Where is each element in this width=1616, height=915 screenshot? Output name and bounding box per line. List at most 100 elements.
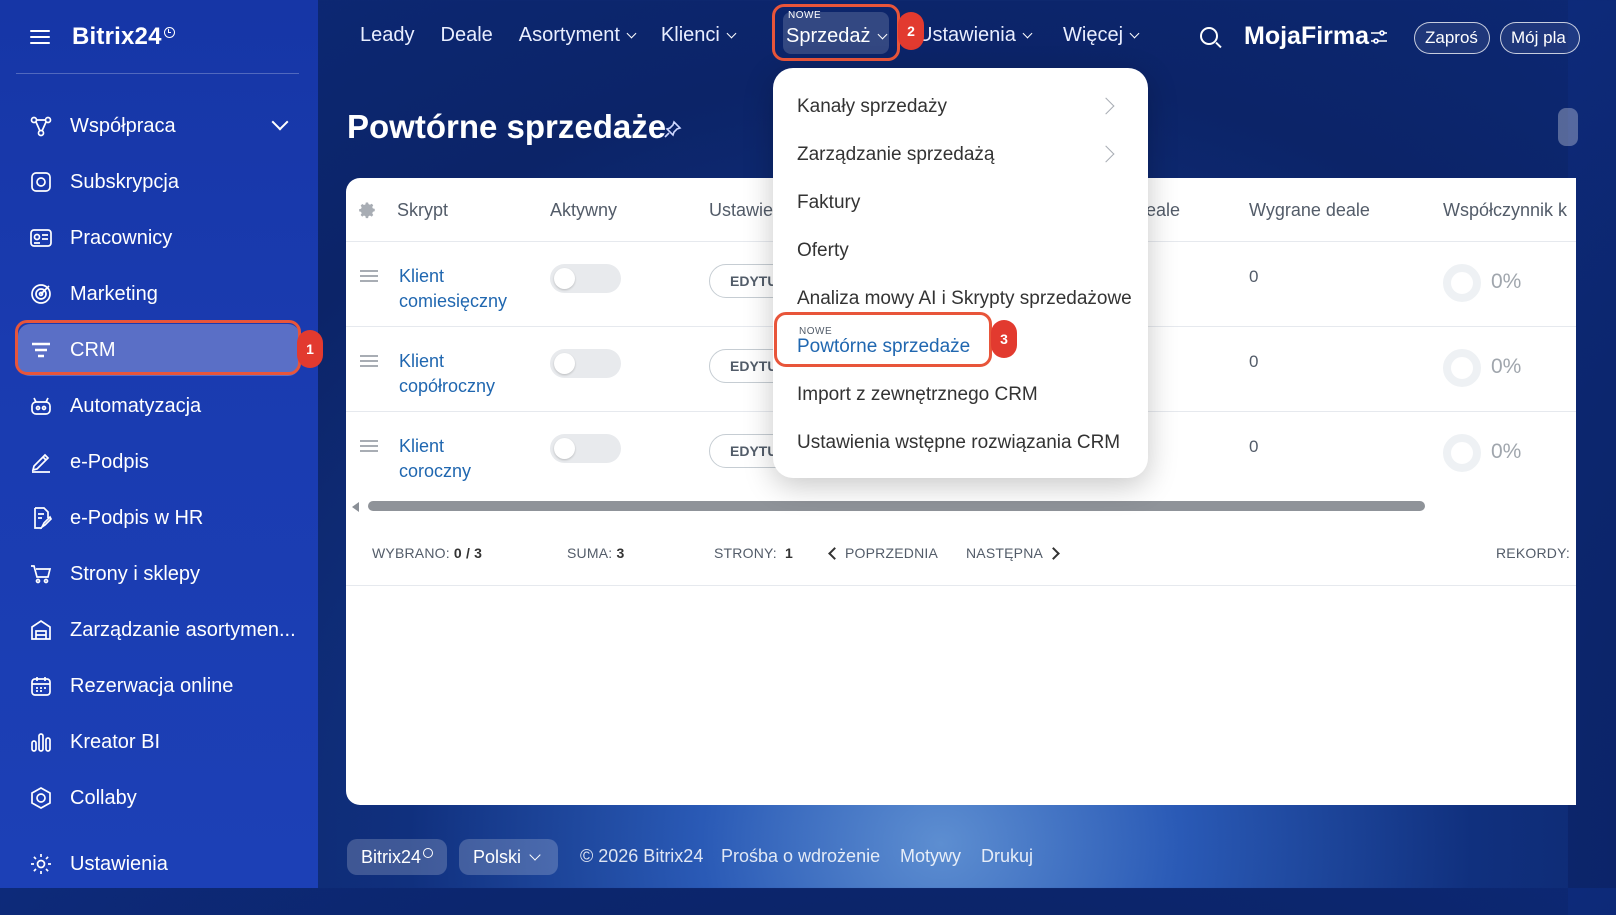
script-name-line2: copółroczny xyxy=(399,376,496,396)
settings-sliders-icon[interactable] xyxy=(1370,28,1388,46)
column-header-ratio[interactable]: Współczynnik k xyxy=(1443,200,1567,221)
sidebar-item-subskrypcja[interactable]: Subskrypcja xyxy=(0,154,318,210)
drag-handle-icon[interactable] xyxy=(360,270,378,282)
next-label: NASTĘPNA xyxy=(966,545,1044,561)
step-badge-1: 1 xyxy=(297,330,323,368)
menu-item-analiza-mowy[interactable]: Analiza mowy AI i Skrypty sprzedażowe xyxy=(797,288,1132,310)
menu-icon[interactable] xyxy=(30,30,50,44)
sidebar-item-automatyzacja[interactable]: Automatyzacja xyxy=(0,378,318,434)
active-toggle[interactable] xyxy=(550,264,621,293)
marketing-icon xyxy=(28,281,54,307)
nav-label: Asortyment xyxy=(518,24,620,46)
pin-icon[interactable] xyxy=(664,120,682,138)
my-plan-button[interactable]: Mój pla xyxy=(1500,22,1580,54)
nav-sprzedaz[interactable]: Sprzedaż xyxy=(786,25,887,48)
footer-link-drukuj[interactable]: Drukuj xyxy=(981,846,1033,867)
script-name-line1: Klient xyxy=(399,266,445,286)
sprzedaz-dropdown-menu: Kanały sprzedaży Zarządzanie sprzedażą F… xyxy=(773,68,1148,478)
menu-item-faktury[interactable]: Faktury xyxy=(797,192,860,214)
sidebar-item-label: Collaby xyxy=(70,786,137,809)
column-header-deals[interactable]: eale xyxy=(1146,200,1180,221)
nav-ustawienia[interactable]: Ustawienia xyxy=(918,24,1033,47)
nav-label: Deale xyxy=(440,24,493,46)
sidebar-item-label: Współpraca xyxy=(70,114,176,137)
employees-icon xyxy=(28,225,54,251)
nav-asortyment[interactable]: Asortyment xyxy=(518,24,637,47)
pages-value: 1 xyxy=(785,545,794,561)
chevron-down-icon xyxy=(1022,28,1033,39)
sidebar-item-label: Ustawienia xyxy=(70,852,168,875)
column-header-active[interactable]: Aktywny xyxy=(550,200,617,221)
footer-link-wdrozenie[interactable]: Prośba o wdrożenie xyxy=(721,846,880,867)
sidebar-item-pracownicy[interactable]: Pracownicy xyxy=(0,210,318,266)
ratio-value: 0% xyxy=(1491,270,1522,293)
collaboration-icon xyxy=(28,113,54,139)
step-badge-3: 3 xyxy=(991,320,1017,358)
sidebar-item-collaby[interactable]: Collaby xyxy=(0,770,318,826)
nav-label: Więcej xyxy=(1063,24,1124,46)
sidebar: Bitrix24 Współpraca Subskrypcja Pracowni… xyxy=(0,0,318,888)
prev-label: POPRZEDNIA xyxy=(845,545,939,561)
logo[interactable]: Bitrix24 xyxy=(72,23,175,51)
chevron-right-icon xyxy=(1097,145,1115,163)
footer-brand-button[interactable]: Bitrix24 xyxy=(347,839,447,875)
sidebar-item-wspolpraca[interactable]: Współpraca xyxy=(0,98,318,154)
nav-wiecej[interactable]: Więcej xyxy=(1063,24,1140,47)
script-link[interactable]: Klient copółroczny xyxy=(399,349,529,399)
nav-label: Sprzedaż xyxy=(786,25,871,47)
footer-copyright: © 2026 Bitrix24 xyxy=(580,846,704,866)
column-header-won-deals[interactable]: Wygrane deale xyxy=(1249,200,1370,221)
script-link[interactable]: Klient comiesięczny xyxy=(399,264,529,314)
active-toggle[interactable] xyxy=(550,434,621,463)
sidebar-item-epodpis[interactable]: e-Podpis xyxy=(0,434,318,490)
gear-icon[interactable] xyxy=(359,201,377,219)
chevron-down-icon[interactable] xyxy=(271,113,289,131)
company-name[interactable]: MojaFirma xyxy=(1244,22,1369,51)
menu-item-ustawienia-wstepne[interactable]: Ustawienia wstępne rozwiązania CRM xyxy=(797,432,1120,454)
powtorne-highlight-frame xyxy=(774,312,992,367)
pages-label: STRONY: xyxy=(714,545,777,561)
clock-icon xyxy=(423,848,433,858)
sidebar-item-epodpis-hr[interactable]: e-Podpis w HR xyxy=(0,490,318,546)
invite-button[interactable]: Zaproś xyxy=(1414,22,1490,54)
menu-item-zarzadzanie-sprzedaza[interactable]: Zarządzanie sprzedażą xyxy=(797,144,995,166)
footer-link-motywy[interactable]: Motywy xyxy=(900,846,961,867)
sidebar-item-marketing[interactable]: Marketing xyxy=(0,266,318,322)
sidebar-item-kreator-bi[interactable]: Kreator BI xyxy=(0,714,318,770)
menu-item-import-crm[interactable]: Import z zewnętrznego CRM xyxy=(797,384,1038,406)
column-header-settings[interactable]: Ustawie xyxy=(709,200,773,221)
active-toggle[interactable] xyxy=(550,349,621,378)
toolbar-button[interactable] xyxy=(1558,108,1578,146)
nav-label: Leady xyxy=(360,24,415,46)
column-header-script[interactable]: Skrypt xyxy=(397,200,448,221)
script-link[interactable]: Klient coroczny xyxy=(399,434,529,484)
page-title: Powtórne sprzedaże xyxy=(347,108,667,145)
sum-count: SUMA: 3 xyxy=(567,545,624,561)
language-selector[interactable]: Polski xyxy=(459,839,558,875)
next-page-button[interactable]: NASTĘPNA xyxy=(966,545,1060,561)
search-icon[interactable] xyxy=(1200,27,1218,45)
sidebar-header: Bitrix24 xyxy=(0,0,318,74)
chevron-down-icon xyxy=(726,28,737,39)
nav-leady[interactable]: Leady xyxy=(360,24,415,47)
won-deals-value: 0 xyxy=(1249,352,1259,371)
drag-handle-icon[interactable] xyxy=(360,440,378,452)
prev-page-button[interactable]: POPRZEDNIA xyxy=(828,545,939,561)
script-name-line1: Klient xyxy=(399,436,445,456)
sidebar-item-asortyment[interactable]: Zarządzanie asortymen... xyxy=(0,602,318,658)
sidebar-item-strony-sklepy[interactable]: Strony i sklepy xyxy=(0,546,318,602)
menu-item-oferty[interactable]: Oferty xyxy=(797,240,849,262)
pages-count: STRONY: 1 xyxy=(714,545,793,561)
sidebar-item-ustawienia[interactable]: Ustawienia xyxy=(0,836,318,892)
ratio-donut xyxy=(1443,264,1481,302)
scroll-left-icon[interactable] xyxy=(352,502,359,512)
scrollbar-thumb[interactable] xyxy=(368,501,1425,511)
horizontal-scrollbar[interactable] xyxy=(352,500,1432,512)
sidebar-item-rezerwacja[interactable]: Rezerwacja online xyxy=(0,658,318,714)
menu-item-kanaly-sprzedazy[interactable]: Kanały sprzedaży xyxy=(797,96,947,118)
drag-handle-icon[interactable] xyxy=(360,355,378,367)
sidebar-item-label: e-Podpis w HR xyxy=(70,506,204,529)
sidebar-item-label: Rezerwacja online xyxy=(70,674,234,697)
nav-deale[interactable]: Deale xyxy=(441,24,493,47)
nav-klienci[interactable]: Klienci xyxy=(661,24,737,47)
